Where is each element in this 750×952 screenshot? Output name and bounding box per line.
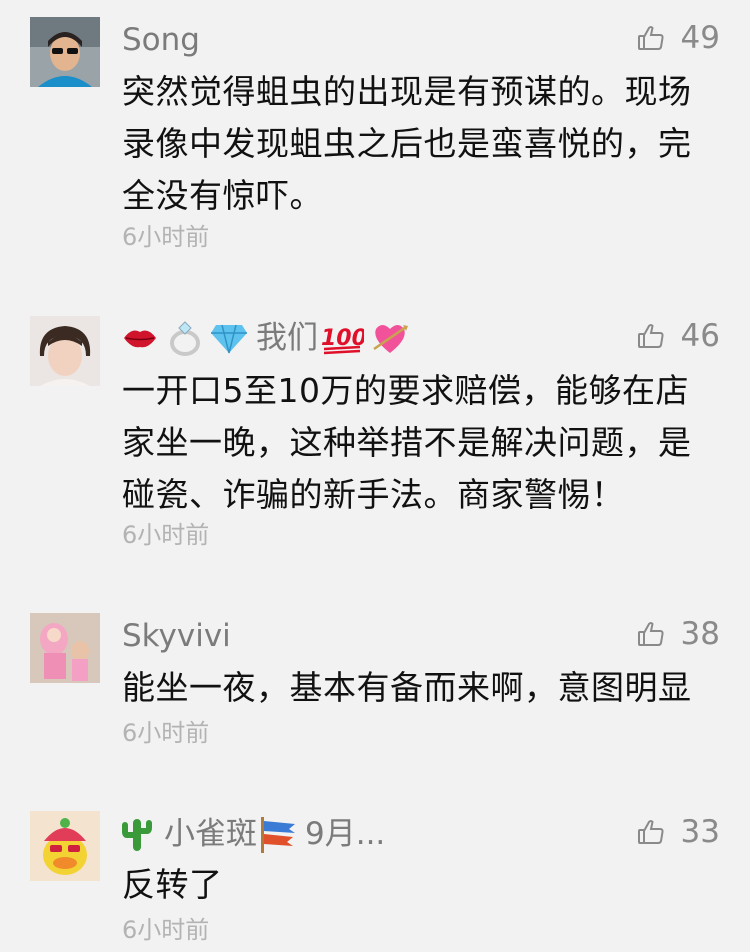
heart-arrow-emoji <box>370 319 410 357</box>
avatar[interactable] <box>30 613 100 683</box>
comment-time: 6小时前 <box>122 719 210 747</box>
avatar[interactable] <box>30 811 100 881</box>
comment-text: 突然觉得蛆虫的出现是有预谋的。现场录像中发现蛆虫之后也是蛮喜悦的，完全没有惊吓。 <box>122 72 692 215</box>
thumbs-up-icon <box>637 24 665 52</box>
like-count: 49 <box>680 20 720 56</box>
like-button[interactable]: 33 <box>637 812 720 852</box>
like-count: 46 <box>680 318 720 354</box>
gem-emoji <box>210 321 248 355</box>
avatar[interactable] <box>30 17 100 87</box>
comment-text: 一开口5至10万的要求赔偿，能够在店家坐一晚，这种举措不是解决问题，是碰瓷、诈骗… <box>122 371 692 514</box>
comment-author[interactable]: 我们 100 <box>122 318 410 358</box>
cactus-emoji <box>122 815 152 853</box>
comment-author[interactable]: Skyvivi <box>122 616 231 656</box>
like-button[interactable]: 46 <box>637 316 720 356</box>
lips-emoji <box>122 323 158 353</box>
comment-time: 6小时前 <box>122 223 210 251</box>
thumbs-up-icon <box>637 620 665 648</box>
thumbs-up-icon <box>637 818 665 846</box>
like-button[interactable]: 38 <box>637 614 720 654</box>
like-button[interactable]: 49 <box>637 18 720 58</box>
comment-text: 能坐一夜，基本有备而来啊，意图明显 <box>122 668 692 707</box>
hundred-points-emoji: 100 <box>320 321 364 355</box>
thumbs-up-icon <box>637 322 665 350</box>
like-count: 38 <box>680 616 720 652</box>
comment-author[interactable]: Song <box>122 20 200 60</box>
comment-text: 反转了 <box>122 865 223 904</box>
comment-time: 6小时前 <box>122 521 210 549</box>
comment-time: 6小时前 <box>122 916 210 944</box>
comment-author[interactable]: 小雀斑 9月... <box>122 814 385 854</box>
comment-author-name: 我们 <box>256 320 318 356</box>
comment-author-name: 小雀斑 <box>164 816 257 852</box>
ring-emoji <box>166 319 204 357</box>
carp-streamer-emoji <box>259 815 299 853</box>
avatar[interactable] <box>30 316 100 386</box>
comment-item: Song 49 突然觉得蛆虫的出现是有预谋的。现场录像中发现蛆虫之后也是蛮喜悦的… <box>0 0 750 290</box>
comment-author-name-tail: 9月... <box>305 816 386 852</box>
like-count: 33 <box>680 814 720 850</box>
